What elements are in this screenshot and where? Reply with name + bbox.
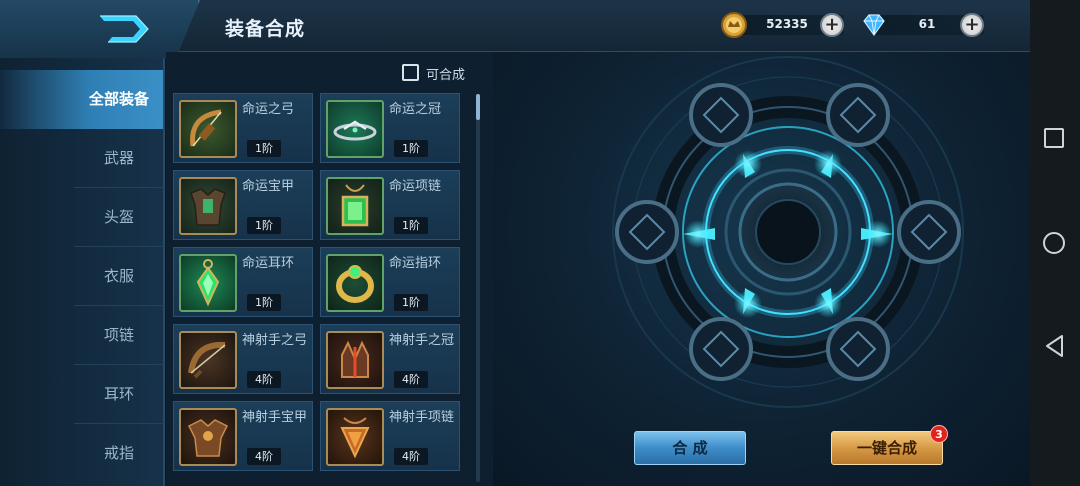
item-card[interactable]: 神射手宝甲 4阶 <box>173 401 313 471</box>
gold-currency: 52335 + <box>720 11 848 39</box>
gold-coin-icon <box>721 12 747 38</box>
item-card[interactable]: 命运指环 1阶 <box>320 247 460 317</box>
category-ring[interactable]: 戒指 <box>74 424 164 483</box>
empty-slot-icon[interactable] <box>615 200 679 264</box>
category-all[interactable]: 全部装备 <box>0 70 163 129</box>
item-tier: 4阶 <box>394 371 428 388</box>
back-nav-icon[interactable] <box>1044 334 1066 358</box>
home-icon[interactable] <box>1043 232 1065 254</box>
item-name: 神射手之冠 <box>389 333 455 348</box>
add-diamond-button[interactable]: + <box>960 13 984 37</box>
item-card[interactable]: 命运项链 1阶 <box>320 170 460 240</box>
necklace-icon <box>326 177 384 235</box>
craftable-label: 可合成 <box>426 68 466 83</box>
add-gold-button[interactable]: + <box>820 13 844 37</box>
earring-icon <box>179 254 237 312</box>
diamond-amount: 61 <box>918 17 936 31</box>
item-name: 神射手之弓 <box>242 333 308 348</box>
item-tier: 4阶 <box>247 448 281 465</box>
empty-slot-icon[interactable] <box>689 317 753 381</box>
item-tier: 4阶 <box>394 448 428 465</box>
empty-slot-icon[interactable] <box>826 317 890 381</box>
list-scrollbar[interactable] <box>476 94 480 482</box>
category-helmet[interactable]: 头盔 <box>74 188 164 247</box>
item-name: 命运宝甲 <box>242 179 295 194</box>
crafting-panel: 合 成 一键合成 3 <box>493 52 1030 486</box>
item-tier: 1阶 <box>247 217 281 234</box>
recent-apps-icon[interactable] <box>1044 128 1064 148</box>
item-card[interactable]: 命运之冠 1阶 <box>320 93 460 163</box>
item-name: 神射手宝甲 <box>242 410 308 425</box>
top-bar: 装备合成 52335 + 61 + <box>0 0 1030 58</box>
empty-slot-icon[interactable] <box>897 200 961 264</box>
necklace-icon <box>326 408 384 466</box>
item-card[interactable]: 神射手之弓 4阶 <box>173 324 313 394</box>
bow-icon <box>179 100 237 158</box>
item-name: 命运指环 <box>389 256 442 271</box>
system-nav-bar <box>1030 0 1080 486</box>
item-card[interactable]: 命运之弓 1阶 <box>173 93 313 163</box>
item-name: 命运之弓 <box>242 102 295 117</box>
item-name: 命运之冠 <box>389 102 442 117</box>
item-tier: 1阶 <box>394 140 428 157</box>
crown-icon <box>326 331 384 389</box>
item-tier: 1阶 <box>394 217 428 234</box>
craftable-checkbox[interactable] <box>402 64 419 81</box>
item-name: 神射手项链 <box>389 410 455 425</box>
armor-icon <box>179 177 237 235</box>
item-tier: 4阶 <box>247 371 281 388</box>
notification-badge: 3 <box>930 425 948 443</box>
back-button[interactable] <box>0 0 200 58</box>
category-weapon[interactable]: 武器 <box>74 129 164 188</box>
item-tier: 1阶 <box>394 294 428 311</box>
empty-slot-icon[interactable] <box>689 83 753 147</box>
item-card[interactable]: 神射手之冠 4阶 <box>320 324 460 394</box>
equipment-list-panel: 可合成 命运之弓 1阶 命运之冠 1阶 命运宝甲 1阶 命运项链 1阶 命运耳环… <box>166 52 493 486</box>
craft-button[interactable]: 合 成 <box>634 431 746 465</box>
item-tier: 1阶 <box>247 140 281 157</box>
category-earring[interactable]: 耳环 <box>74 365 164 424</box>
diamond-currency: 61 + <box>860 11 988 39</box>
category-clothes[interactable]: 衣服 <box>74 247 164 306</box>
item-name: 命运项链 <box>389 179 442 194</box>
diamond-icon <box>863 14 885 37</box>
category-necklace[interactable]: 项链 <box>74 306 164 365</box>
item-tier: 1阶 <box>247 294 281 311</box>
crown-icon <box>326 100 384 158</box>
material-slots <box>615 83 961 381</box>
empty-slot-icon[interactable] <box>826 83 890 147</box>
ring-icon <box>326 254 384 312</box>
page-title: 装备合成 <box>225 18 306 40</box>
gold-amount: 52335 <box>766 17 808 31</box>
item-name: 命运耳环 <box>242 256 295 271</box>
category-sidebar: 全部装备 武器 头盔 衣服 项链 耳环 戒指 <box>0 58 165 486</box>
armor-icon <box>179 408 237 466</box>
back-arrow-icon <box>100 15 149 43</box>
item-card[interactable]: 命运耳环 1阶 <box>173 247 313 317</box>
list-scrollbar-thumb[interactable] <box>476 94 480 120</box>
item-card[interactable]: 神射手项链 4阶 <box>320 401 460 471</box>
bow-icon <box>179 331 237 389</box>
item-card[interactable]: 命运宝甲 1阶 <box>173 170 313 240</box>
one-click-craft-button[interactable]: 一键合成 <box>831 431 943 465</box>
